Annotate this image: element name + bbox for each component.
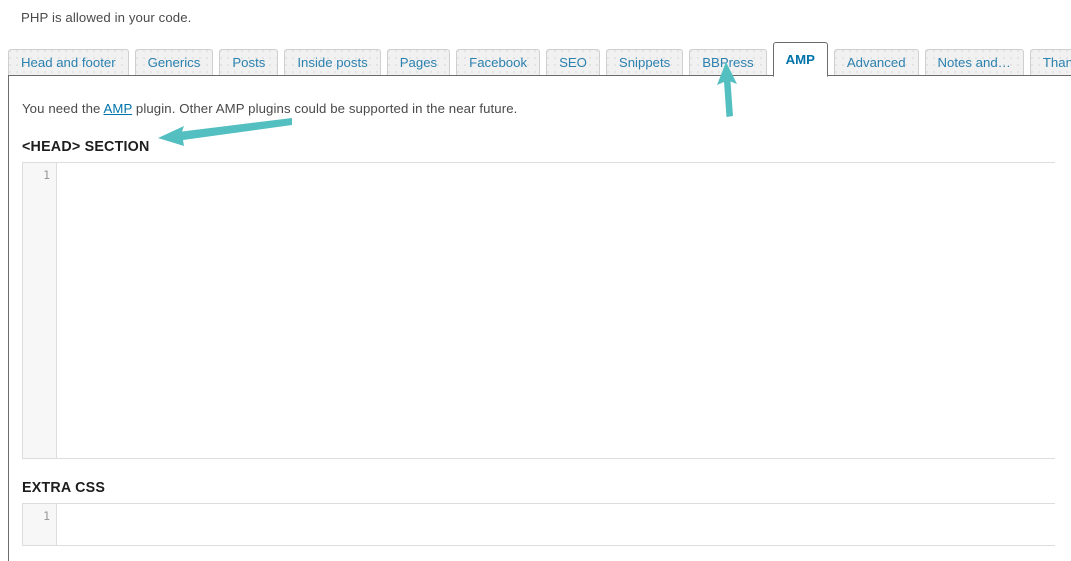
tab-bar-bottom-rule <box>8 75 1071 76</box>
tab-pages[interactable]: Pages <box>386 49 451 76</box>
head-section-code-area[interactable] <box>58 163 1055 458</box>
extra-css-title: EXTRA CSS <box>22 480 106 496</box>
tab-snippets[interactable]: Snippets <box>605 49 684 76</box>
tab-bbpress[interactable]: BBPress <box>689 49 767 76</box>
settings-tab-bar: Head and footer Generics Posts Inside posts… <box>8 41 1071 77</box>
amp-plugin-notice: You need the AMP plugin. Other AMP plugi… <box>22 76 1055 118</box>
tab-advanced[interactable]: Advanced <box>833 49 919 76</box>
extra-css-code-area[interactable] <box>58 504 1055 545</box>
extra-css-gutter: 1 <box>23 504 57 545</box>
head-section-title: <HEAD> SECTION <box>22 139 150 155</box>
tab-amp[interactable]: AMP <box>772 42 828 77</box>
tab-facebook[interactable]: Facebook <box>456 49 541 76</box>
settings-page: PHP is allowed in your code. Head and fo… <box>0 0 1071 561</box>
php-allowed-notice: PHP is allowed in your code. <box>21 10 192 25</box>
amp-notice-text-after: plugin. Other AMP plugins could be suppo… <box>132 101 518 116</box>
tab-generics[interactable]: Generics <box>134 49 214 76</box>
tab-posts[interactable]: Posts <box>219 49 279 76</box>
head-section-gutter: 1 <box>23 163 57 458</box>
tab-thank-you[interactable]: Thank you <box>1029 49 1071 76</box>
amp-notice-text-before: You need the <box>22 101 104 116</box>
tab-notes-and[interactable]: Notes and… <box>924 49 1024 76</box>
head-section-line-number: 1 <box>43 168 50 182</box>
extra-css-code-editor[interactable]: 1 <box>22 503 1055 546</box>
tab-inside-posts[interactable]: Inside posts <box>284 49 381 76</box>
head-section-code-editor[interactable]: 1 <box>22 162 1055 459</box>
tab-head-and-footer[interactable]: Head and footer <box>8 49 129 76</box>
amp-tab-panel: You need the AMP plugin. Other AMP plugi… <box>8 76 1071 561</box>
extra-css-line-number: 1 <box>43 509 50 523</box>
amp-plugin-link[interactable]: AMP <box>104 101 133 116</box>
tab-seo[interactable]: SEO <box>546 49 600 76</box>
